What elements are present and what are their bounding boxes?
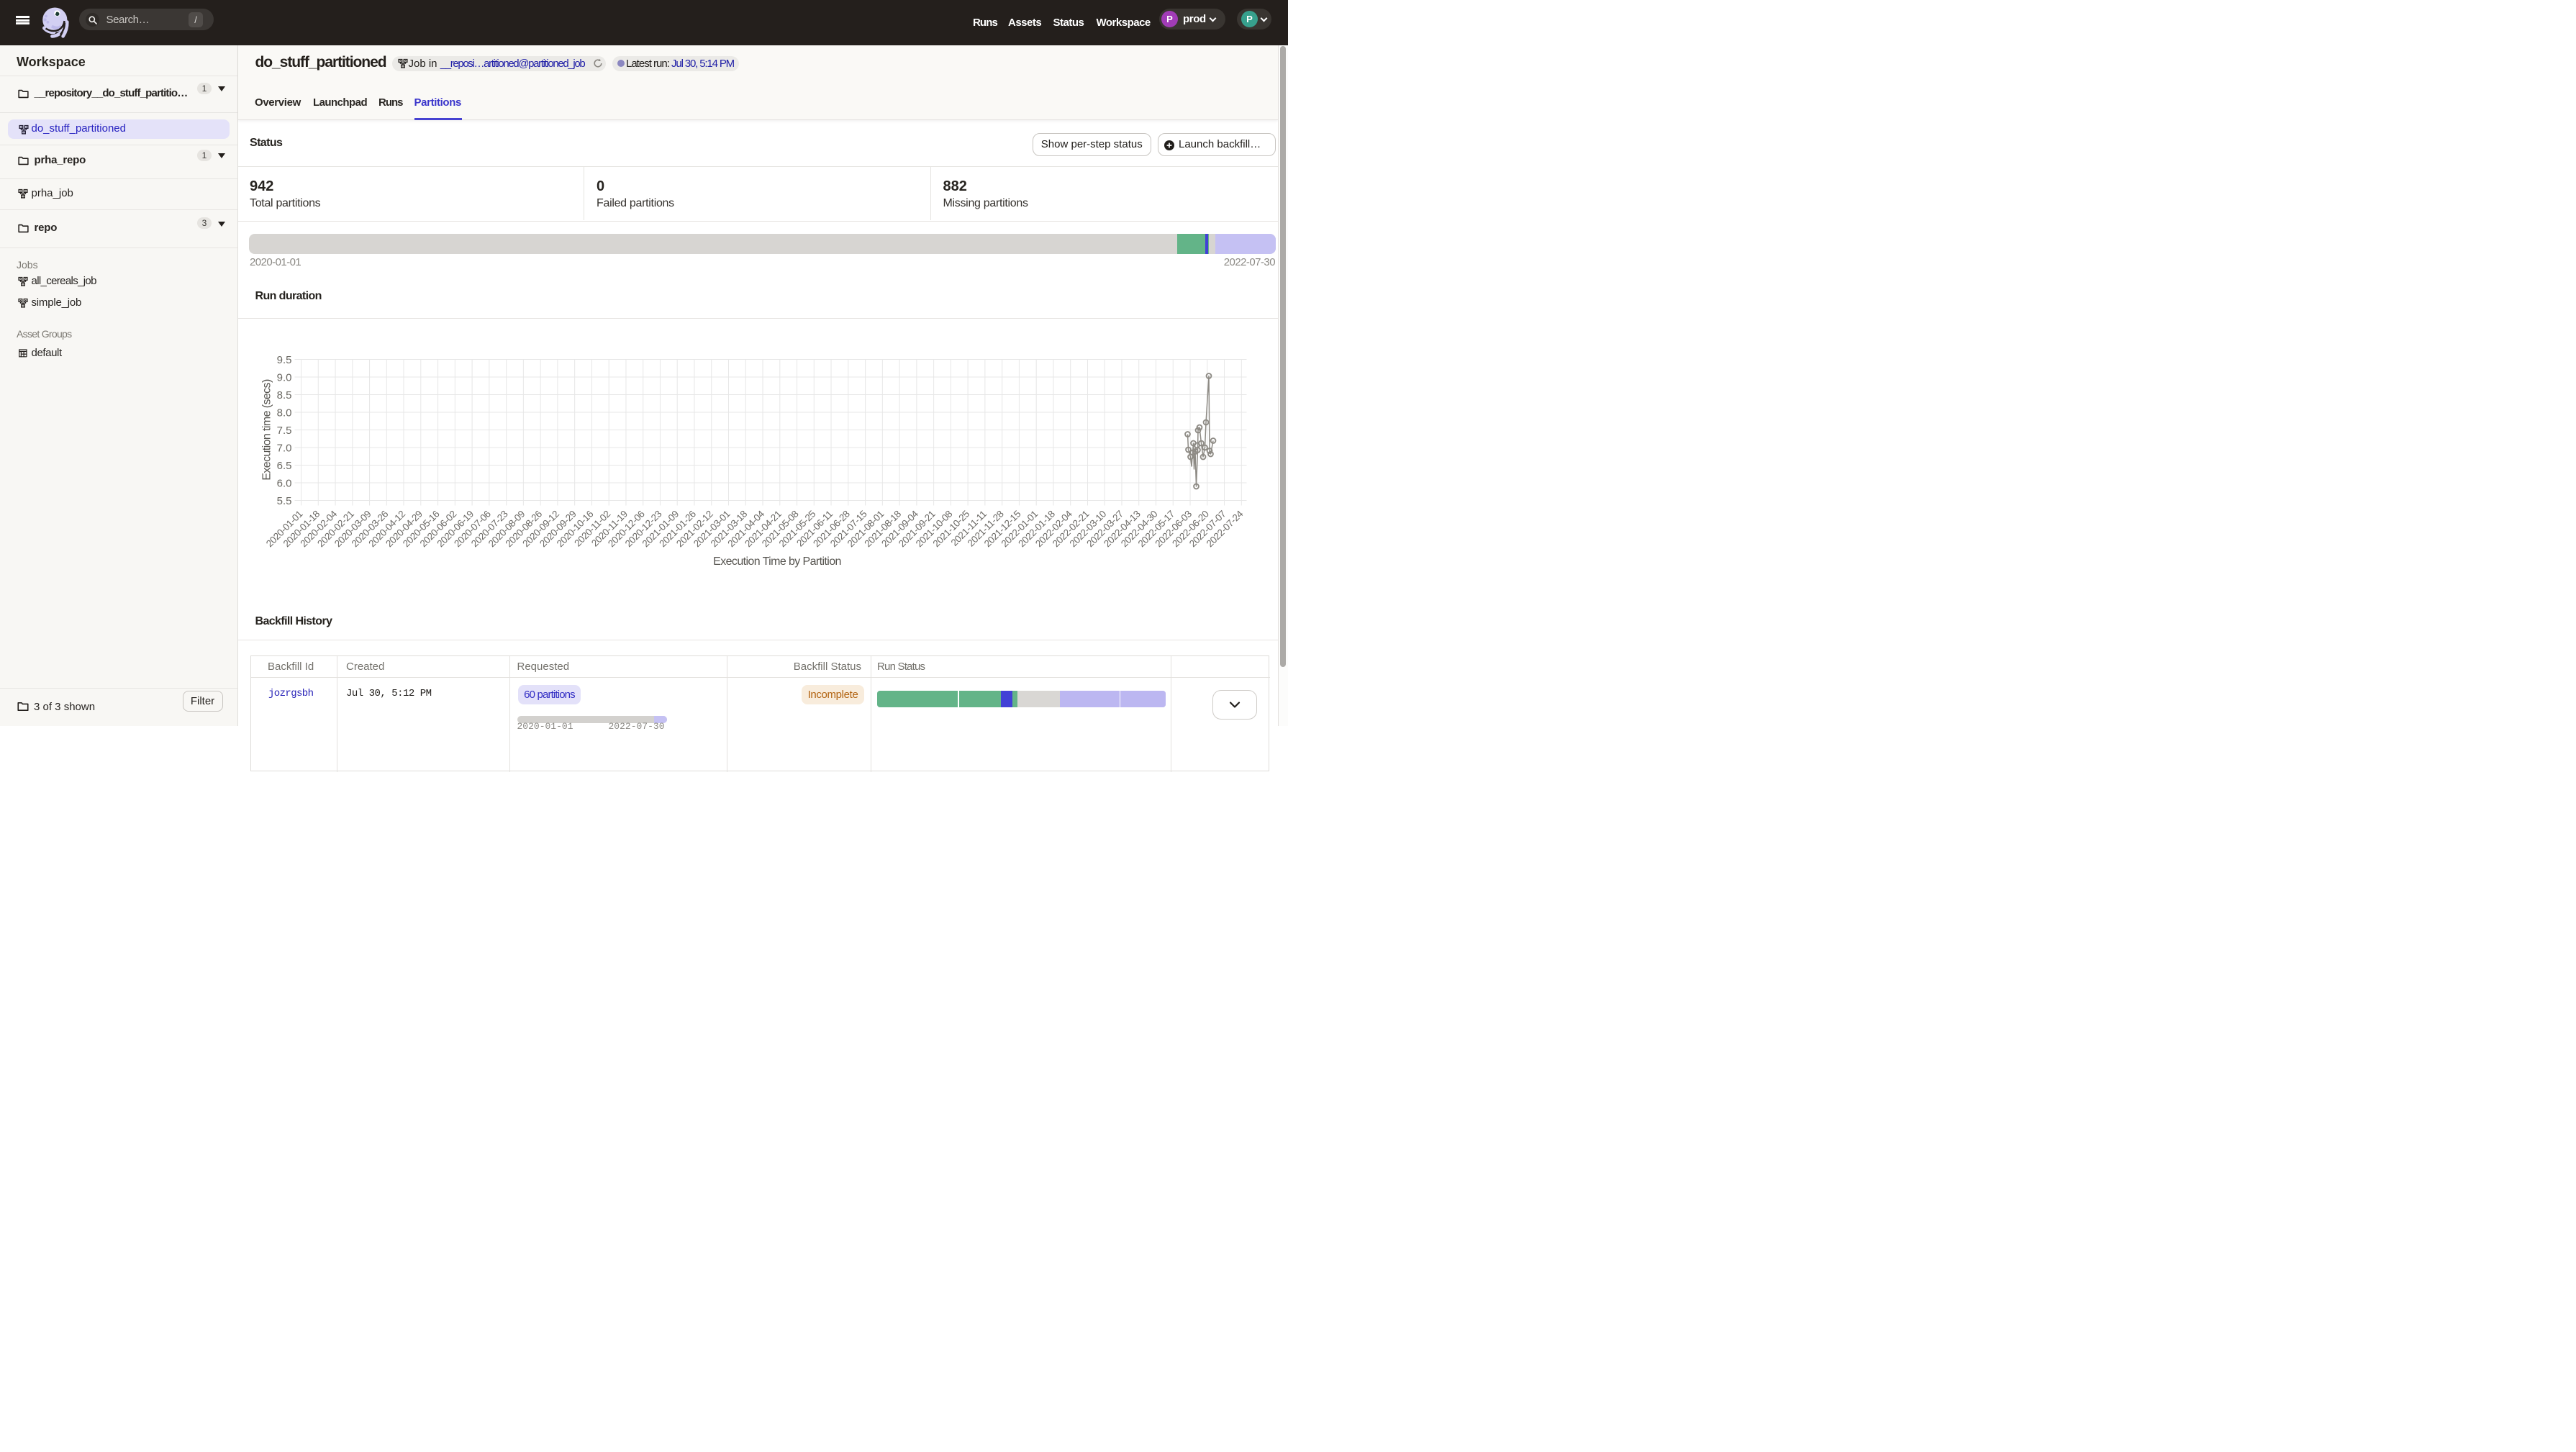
svg-text:Execution time (secs): Execution time (secs) — [261, 379, 273, 481]
svg-text:7.5: 7.5 — [277, 425, 292, 437]
svg-text:8.0: 8.0 — [277, 407, 292, 419]
svg-text:5.5: 5.5 — [277, 495, 292, 507]
svg-text:6.5: 6.5 — [277, 460, 292, 472]
svg-text:7.0: 7.0 — [277, 443, 292, 455]
svg-text:8.5: 8.5 — [277, 389, 292, 401]
svg-text:9.5: 9.5 — [277, 354, 292, 366]
svg-text:6.0: 6.0 — [277, 478, 292, 490]
svg-text:Execution Time by Partition: Execution Time by Partition — [713, 555, 841, 568]
svg-text:9.0: 9.0 — [277, 372, 292, 384]
